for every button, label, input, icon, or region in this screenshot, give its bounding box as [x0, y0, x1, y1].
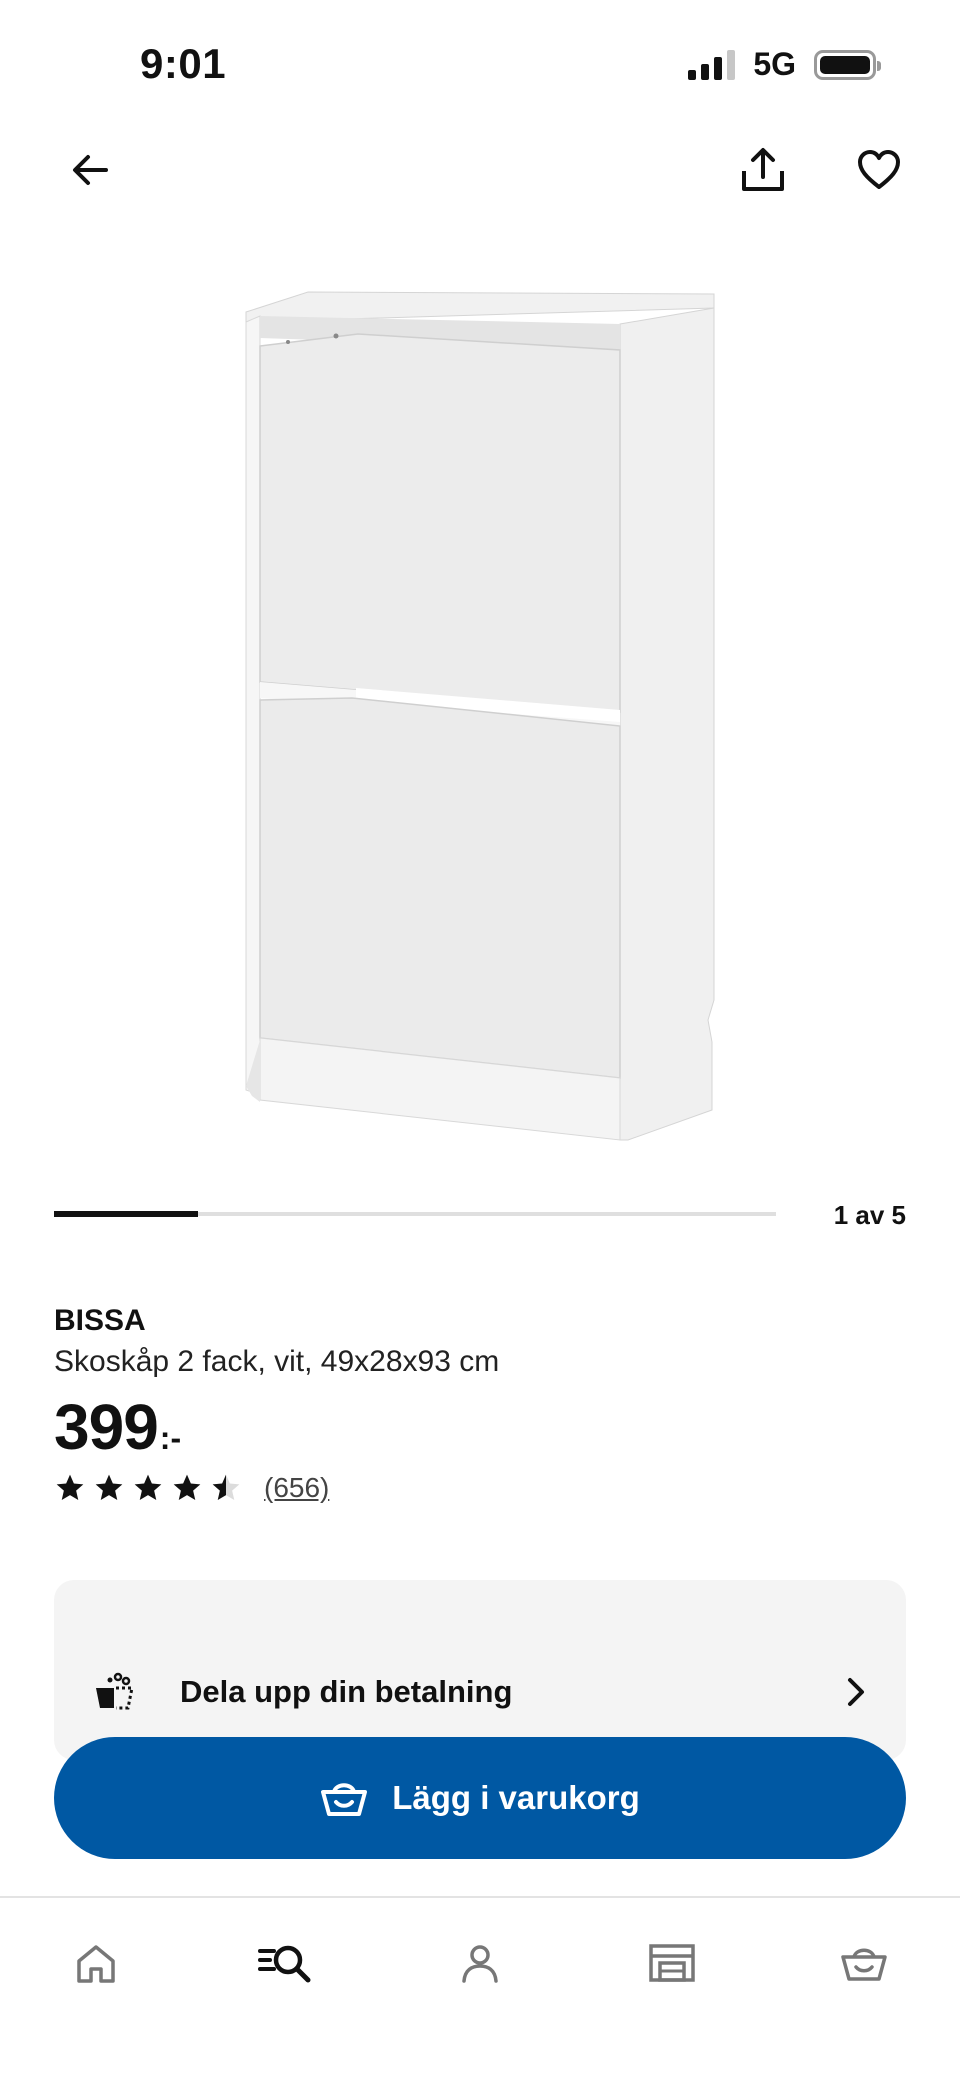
tab-store[interactable]	[632, 1928, 712, 1998]
bottom-tab-bar	[0, 1896, 960, 2081]
product-image[interactable]	[0, 250, 960, 1150]
share-icon	[742, 148, 784, 191]
status-time: 9:01	[140, 40, 227, 87]
split-payment-row[interactable]: Dela upp din betalning	[54, 1658, 906, 1728]
star-icon	[95, 1474, 123, 1500]
tab-home[interactable]	[56, 1928, 136, 1998]
payment-card: Dela upp din betalning	[54, 1580, 906, 1760]
back-button[interactable]	[58, 138, 122, 202]
basket-icon	[321, 1783, 368, 1816]
split-payment-icon	[96, 1672, 134, 1710]
product-price: 399 :-	[54, 1390, 181, 1464]
shoe-cabinet-image	[245, 291, 715, 1141]
home-icon	[77, 1945, 115, 1983]
search-icon	[258, 1945, 311, 1983]
product-rating[interactable]: (656)	[54, 1472, 329, 1504]
product-description: Skoskåp 2 fack, vit, 49x28x93 cm	[54, 1345, 500, 1378]
signal-icon	[688, 49, 736, 80]
review-count-link[interactable]: (656)	[264, 1472, 329, 1504]
price-amount: 399	[54, 1391, 159, 1463]
tab-cart[interactable]	[824, 1928, 904, 1998]
arrow-left-icon	[73, 155, 108, 185]
star-icon	[173, 1474, 201, 1500]
half-star-icon	[212, 1474, 240, 1500]
add-to-cart-label: Lägg i varukorg	[392, 1779, 640, 1816]
price-suffix: :-	[159, 1420, 182, 1456]
image-carousel-indicator: 1 av 5	[54, 1200, 906, 1230]
product-name: BISSA	[54, 1304, 146, 1337]
status-bar: 9:01 5G	[0, 0, 960, 130]
profile-icon	[462, 1945, 498, 1983]
chevron-right-icon	[848, 1678, 864, 1706]
cart-icon	[841, 1948, 887, 1981]
network-type: 5G	[753, 46, 796, 82]
carousel-thumb	[54, 1211, 199, 1217]
status-indicators: 5G	[688, 46, 881, 83]
carousel-track	[54, 1211, 776, 1217]
favorite-button[interactable]	[847, 138, 911, 202]
split-payment-label: Dela upp din betalning	[180, 1674, 513, 1709]
battery-icon	[814, 49, 881, 80]
star-icon	[134, 1474, 162, 1500]
share-button[interactable]	[731, 138, 795, 202]
image-counter: 1 av 5	[833, 1200, 906, 1230]
tab-profile[interactable]	[440, 1928, 520, 1998]
add-to-cart-button[interactable]: Lägg i varukorg	[54, 1737, 906, 1859]
store-icon	[649, 1944, 695, 1982]
heart-icon	[858, 150, 900, 189]
tab-search[interactable]	[246, 1928, 326, 1998]
rating-stars	[54, 1472, 242, 1504]
top-nav	[0, 130, 960, 210]
star-icon	[56, 1474, 84, 1500]
